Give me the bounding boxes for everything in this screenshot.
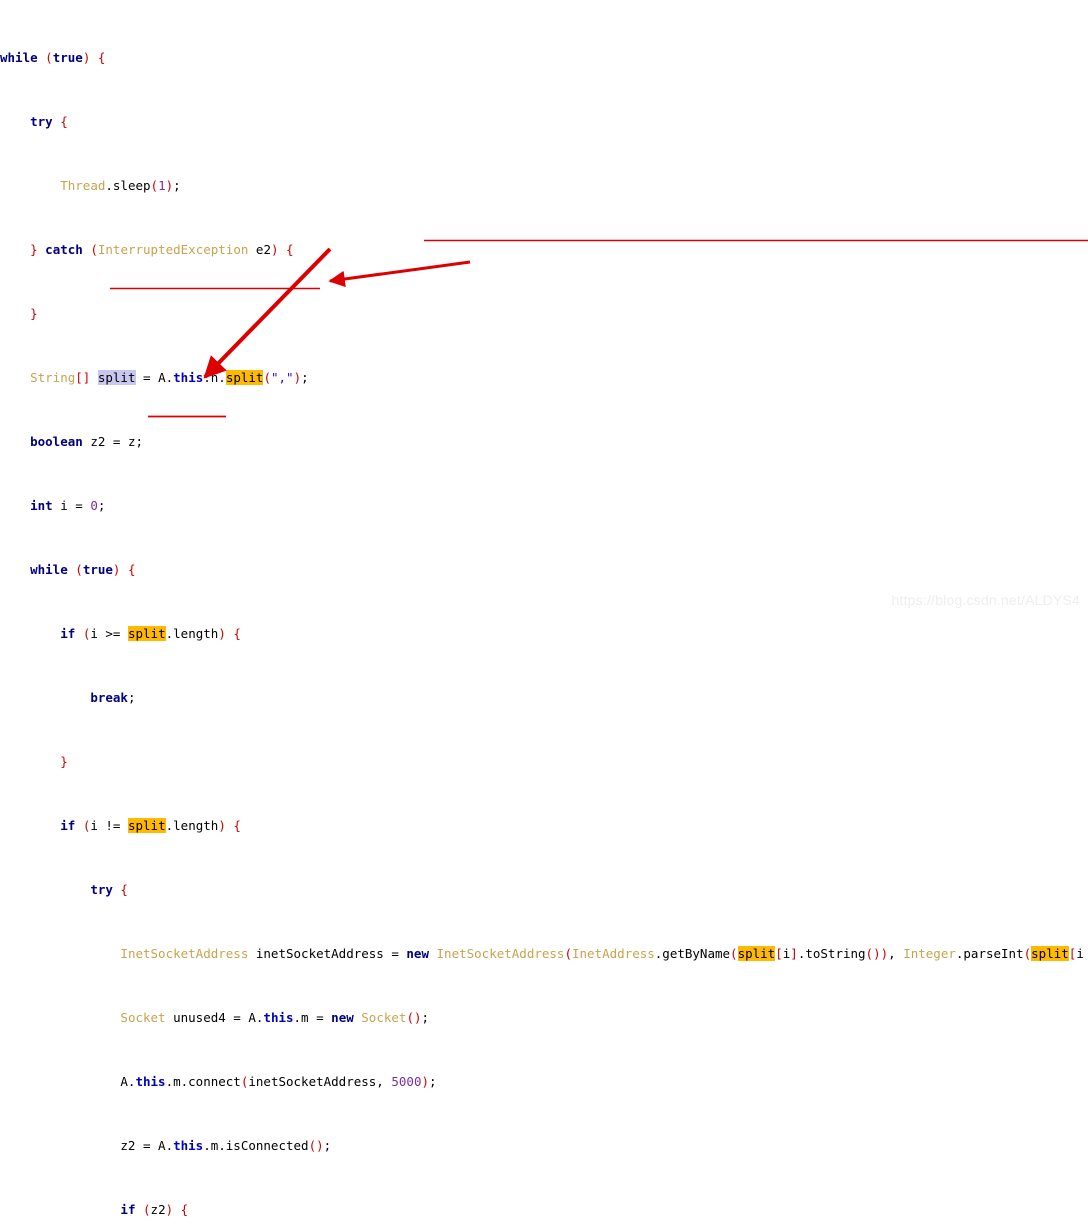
code-line: Socket unused4 = A.this.m = new Socket()…: [120, 1010, 430, 1025]
code-line: boolean z2 = z;: [30, 434, 144, 449]
code-line: } catch (InterruptedException e2) {: [30, 242, 294, 257]
code-line: InetSocketAddress inetSocketAddress = ne…: [120, 946, 1084, 961]
symbol-occurrence-split: split: [1031, 946, 1069, 961]
code-line: }: [30, 306, 38, 321]
code-line: Thread.sleep(1);: [60, 178, 181, 193]
code-line: if (z2) {: [120, 1202, 189, 1217]
code-line: }: [60, 754, 68, 769]
symbol-occurrence-split: split: [127, 818, 166, 833]
code-line: while (true) {: [30, 562, 136, 577]
csdn-watermark: https://blog.csdn.net/ALDYS4: [891, 592, 1080, 608]
symbol-occurrence-split: split: [127, 626, 166, 641]
code-line: try {: [90, 882, 128, 897]
code-line: break;: [90, 690, 136, 705]
code-editor-viewport[interactable]: while (true) { try { Thread.sleep(1); } …: [0, 0, 1088, 1217]
symbol-occurrence-split: split: [225, 370, 264, 385]
code-line: int i = 0;: [30, 498, 106, 513]
symbol-occurrence-split: split: [737, 946, 776, 961]
code-line: A.this.m.connect(inetSocketAddress, 5000…: [0, 1074, 437, 1089]
code-line: z2 = A.this.m.isConnected();: [0, 1138, 332, 1153]
code-line: while (true) {: [0, 50, 106, 65]
code-line: try {: [30, 114, 68, 129]
code-line: String[] split = A.this.n.split(",");: [30, 370, 309, 385]
code-line: if (i >= split.length) {: [60, 626, 241, 641]
symbol-occurrence-split: split: [97, 370, 136, 385]
code-line: if (i != split.length) {: [60, 818, 241, 833]
